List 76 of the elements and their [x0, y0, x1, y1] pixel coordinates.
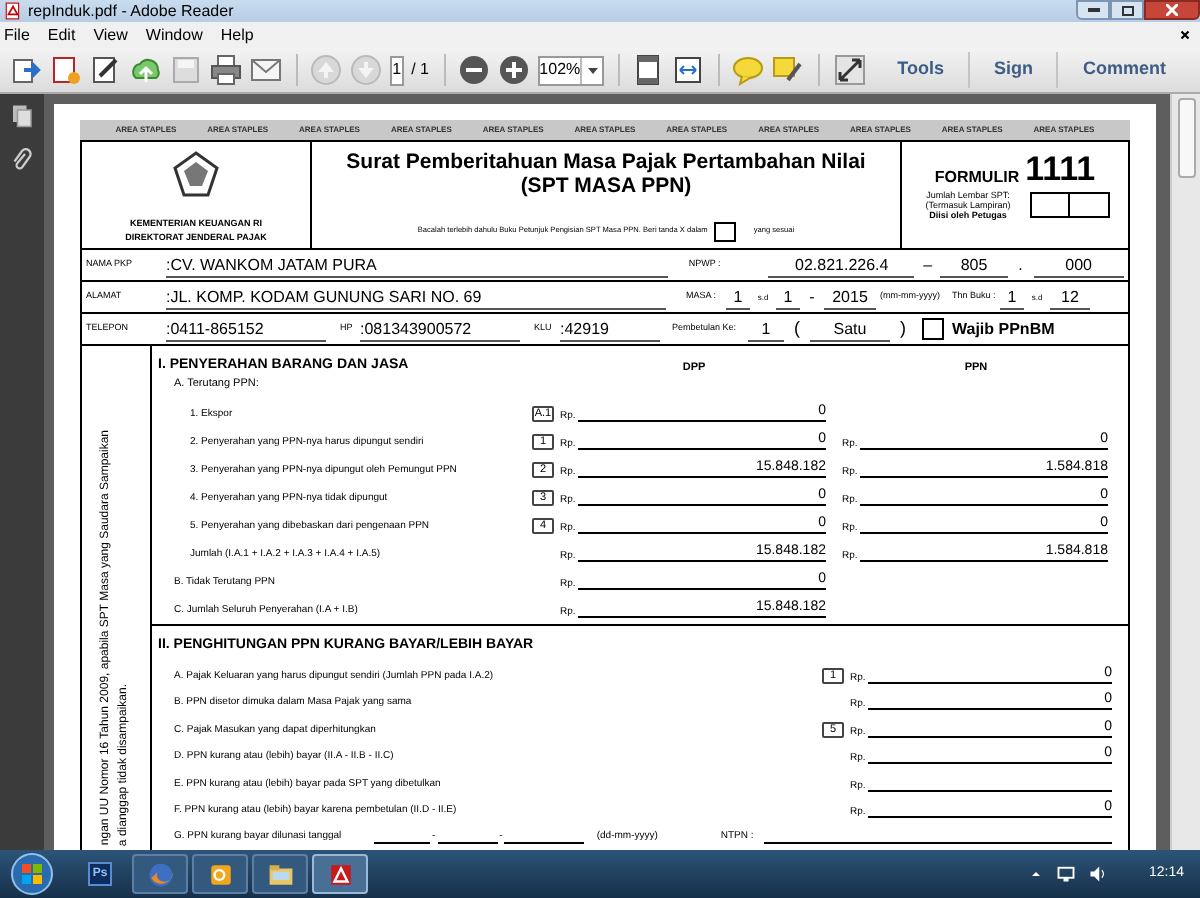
minimize-button[interactable] [1076, 0, 1110, 20]
form-subtitle: (SPT MASA PPN) [520, 174, 692, 198]
form-title: Surat Pemberitahuan Masa Pajak Pertambahan Nilai [346, 150, 866, 174]
edit-icon[interactable] [90, 54, 122, 86]
panel-button[interactable]: Comment [1058, 56, 1190, 84]
separator: – [921, 253, 935, 277]
zoom-out-icon[interactable] [457, 54, 490, 86]
network-icon[interactable] [1056, 864, 1077, 884]
field-value: 805 [940, 253, 1008, 277]
separator: . [1016, 253, 1025, 277]
field-value: 1 [1000, 285, 1024, 309]
folder-taskbar-button[interactable] [252, 854, 308, 894]
field-value: :42919 [560, 317, 660, 341]
field-value: :0411-865152 [166, 317, 326, 341]
menu-item[interactable]: View [93, 27, 128, 43]
start-button[interactable] [8, 852, 56, 896]
field-value: 1 [748, 317, 784, 341]
page-count: / 1 [411, 58, 430, 82]
field-value: 000 [1033, 253, 1124, 277]
field-value: 12 [1050, 285, 1090, 309]
checkbox-label: Wajib PPnBM [952, 317, 1055, 341]
emblem-icon [172, 150, 220, 198]
field-value: Satu [810, 317, 890, 341]
mail-taskbar-button[interactable] [192, 854, 248, 894]
vertical-scrollbar[interactable] [1170, 94, 1200, 850]
show-hidden-icons-icon[interactable] [1028, 866, 1045, 882]
page-number-field[interactable]: 1 [390, 55, 404, 85]
formulir-number: 1111 [1025, 152, 1096, 186]
open-icon[interactable] [10, 54, 42, 86]
menu-item[interactable]: Window [145, 27, 203, 43]
upload-icon[interactable] [130, 54, 162, 86]
sheet-count-box [1030, 192, 1070, 218]
browser-icon [147, 861, 173, 887]
pdf-icon [4, 2, 22, 20]
field-value: 1 [776, 285, 800, 309]
caret-icon [587, 67, 598, 73]
fit-width-icon[interactable] [672, 54, 705, 86]
mail-icon [207, 861, 233, 887]
field-value: :081343900572 [360, 317, 520, 341]
highlight-icon[interactable] [772, 54, 805, 86]
separator: ) [898, 315, 908, 342]
email-icon[interactable] [250, 54, 282, 86]
panel-button[interactable]: Tools [873, 56, 968, 84]
window-title: repInduk.pdf - Adobe Reader [28, 3, 234, 19]
menu-item[interactable]: File [4, 27, 30, 43]
minimize-icon [1087, 8, 1099, 12]
sheet-count-box [1070, 192, 1110, 218]
pdf-icon [327, 861, 353, 887]
panel-button[interactable]: Sign [969, 56, 1057, 84]
zoom-in-icon[interactable] [497, 54, 530, 86]
field-value: 1 [726, 285, 750, 309]
pdf-taskbar-button[interactable] [312, 854, 368, 894]
formulir-label: FORMULIR [934, 170, 1020, 186]
maximize-button[interactable] [1110, 0, 1144, 20]
menu-item[interactable]: Edit [47, 27, 76, 43]
field-value: :JL. KOMP. KODAM GUNUNG SARI NO. 69 [166, 285, 666, 309]
separator: ( [792, 315, 802, 342]
print-icon[interactable] [210, 54, 242, 86]
field-value: 2015 [824, 285, 876, 309]
fullscreen-icon[interactable] [833, 54, 866, 86]
fit-page-icon[interactable] [632, 54, 665, 86]
ppnbm-checkbox[interactable] [922, 318, 944, 340]
pages-icon[interactable] [10, 104, 34, 128]
close-button[interactable] [1144, 0, 1200, 20]
menu-item[interactable]: Help [220, 27, 254, 43]
folder-icon [267, 861, 293, 887]
close-document-icon[interactable] [1178, 28, 1192, 42]
field-value: 02.821.226.4 [768, 253, 915, 277]
volume-icon[interactable] [1088, 864, 1109, 884]
maximize-icon [1121, 5, 1133, 15]
create-pdf-icon[interactable] [50, 54, 82, 86]
zoom-dropdown[interactable]: 102% [537, 55, 605, 85]
paperclip-icon[interactable] [10, 148, 34, 172]
field-value: :CV. WANKOM JATAM PURA [166, 253, 669, 277]
separator: - [807, 285, 817, 309]
close-icon [1166, 4, 1178, 16]
